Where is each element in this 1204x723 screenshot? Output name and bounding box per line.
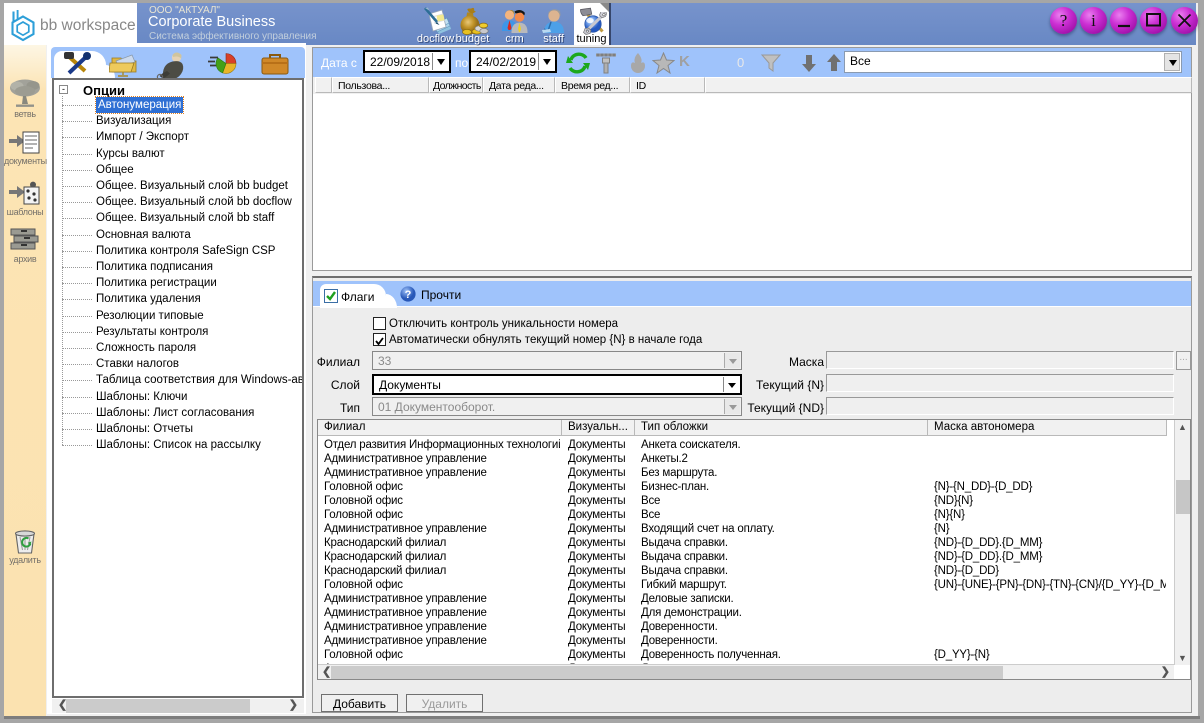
svg-text:?: ? [405,289,412,301]
